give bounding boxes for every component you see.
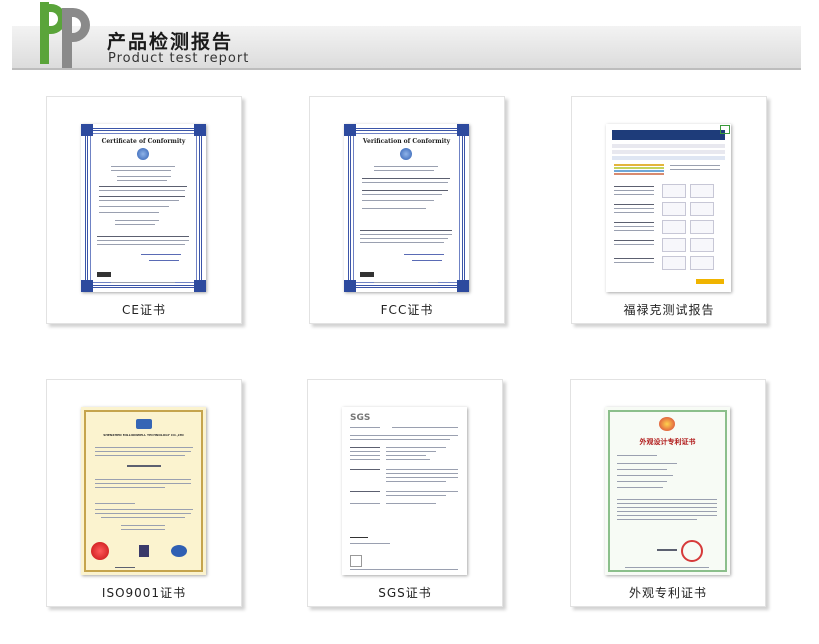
patent-doc-title: 外观设计专利证书	[639, 438, 696, 446]
section-title: 产品检测报告	[107, 31, 234, 53]
card-caption: FCC证书	[380, 303, 434, 317]
sgs-report-image: SGS	[342, 407, 467, 575]
certificate-card-fluke[interactable]: 福禄克测试报告	[571, 96, 767, 324]
ce-doc-title: Certificate of Conformity	[101, 138, 186, 145]
fcc-doc-title: Verification of Conformity	[362, 138, 451, 145]
certificate-card-iso9001[interactable]: SHENZHEN MILLIONWELL TECHNOLOGY CO.,LTD …	[46, 379, 242, 607]
iso9001-certificate-image: SHENZHEN MILLIONWELL TECHNOLOGY CO.,LTD	[81, 407, 206, 575]
iso-doc-title: SHENZHEN MILLIONWELL TECHNOLOGY CO.,LTD	[103, 433, 184, 437]
card-caption: CE证书	[122, 303, 166, 317]
card-caption: ISO9001证书	[101, 586, 187, 600]
ce-certificate-image: Certificate of Conformity	[81, 124, 206, 292]
card-caption: 外观专利证书	[628, 586, 707, 600]
certificate-card-ce[interactable]: Certificate of Conformity CE证书	[46, 96, 242, 324]
section-subtitle: Product test report	[108, 51, 250, 66]
fluke-report-image	[606, 124, 731, 292]
patent-certificate-image: 外观设计专利证书	[605, 407, 730, 575]
card-caption: 福禄克测试报告	[623, 303, 715, 317]
fcc-certificate-image: Verification of Conformity	[344, 124, 469, 292]
certificate-card-fcc[interactable]: Verification of Conformity FCC证书	[309, 96, 505, 324]
card-caption: SGS证书	[378, 586, 432, 600]
logo-letter-p-gray	[62, 8, 90, 68]
sgs-doc-title: SGS	[350, 413, 371, 423]
page-header: 产品检测报告 Product test report	[0, 0, 819, 75]
certificate-card-sgs[interactable]: SGS SGS证书	[307, 379, 503, 607]
certificate-card-patent[interactable]: 外观设计专利证书 外观专利证书	[570, 379, 766, 607]
